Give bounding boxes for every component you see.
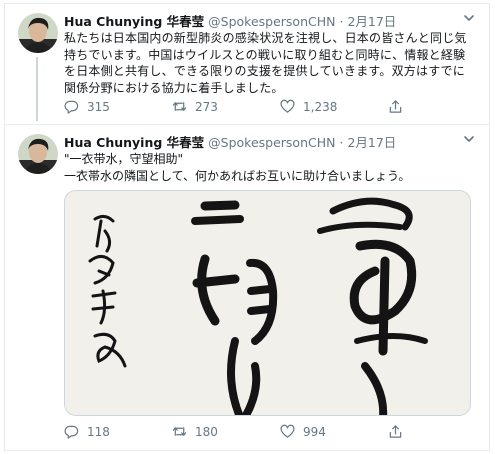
retweet-icon [172, 427, 187, 436]
author-name[interactable]: Hua Chunying 华春莹 [64, 135, 204, 150]
tweet-actions: 315 273 1,238 [64, 99, 403, 114]
like-button[interactable]: 1,238 [280, 99, 388, 114]
tweet-text-line: 持ちでいます。中国はウイルスとの戦いに取り組むと同時に、情報と経験 [64, 47, 466, 62]
retweet-count: 273 [195, 99, 218, 114]
like-button[interactable]: 994 [280, 424, 388, 439]
separator-dot: · [339, 14, 344, 29]
tweet-actions: 118 180 994 [64, 424, 403, 439]
tweet-date[interactable]: 2月17日 [347, 135, 396, 150]
tweet-text-line: "一衣带水，守望相助" [64, 152, 184, 166]
reply-button[interactable]: 315 [64, 99, 172, 114]
author-handle[interactable]: @SpokespersonCHN [208, 135, 335, 150]
chevron-down-icon[interactable] [462, 11, 476, 25]
reply-count: 315 [87, 99, 110, 114]
share-icon [389, 425, 402, 438]
share-icon [389, 100, 402, 113]
reply-icon [64, 425, 79, 439]
reply-button[interactable]: 118 [64, 424, 172, 439]
tweet-header: Hua Chunying 华春莹 @SpokespersonCHN · 2月17… [64, 132, 396, 151]
like-count: 1,238 [303, 99, 338, 114]
chevron-down-icon[interactable] [462, 132, 476, 146]
share-button[interactable] [388, 424, 403, 439]
calligraphy-image[interactable] [64, 190, 471, 416]
tweet-text-line: を日本側と共有し、できる限りの支援を提供していきます。双方はすでに [64, 64, 465, 78]
reply-icon [64, 100, 79, 114]
tweet-text: "一衣带水，守望相助" 一衣帯水の隣国として、何かあればお互いに助け合いましょう… [64, 151, 474, 184]
retweet-count: 180 [195, 424, 218, 439]
retweet-icon [172, 102, 187, 111]
author-handle[interactable]: @SpokespersonCHN [208, 14, 335, 29]
tweet-header: Hua Chunying 华春莹 @SpokespersonCHN · 2月17… [64, 11, 396, 30]
retweet-button[interactable]: 180 [172, 424, 280, 439]
tweet-date[interactable]: 2月17日 [347, 14, 396, 29]
tweet-text-line: 私たちは日本国内の新型肺炎の感染状況を注視し、日本の皆さんと同じ気 [64, 31, 467, 45]
heart-icon [280, 424, 295, 438]
retweet-button[interactable]: 273 [172, 99, 280, 114]
author-name[interactable]: Hua Chunying 华春莹 [64, 14, 204, 29]
avatar[interactable] [18, 13, 58, 53]
reply-count: 118 [87, 424, 110, 439]
tweet[interactable]: Hua Chunying 华春莹 @SpokespersonCHN · 2月17… [4, 3, 490, 125]
share-button[interactable] [388, 99, 403, 114]
like-count: 994 [303, 424, 326, 439]
tweet-text-line: 一衣帯水の隣国として、何かあればお互いに助け合いましょう。 [64, 168, 411, 183]
separator-dot: · [339, 135, 344, 150]
tweet[interactable]: Hua Chunying 华春莹 @SpokespersonCHN · 2月17… [4, 124, 490, 451]
tweet-text-line: 関係分野における協力に着手しました。 [64, 80, 284, 95]
heart-icon [280, 99, 295, 113]
avatar[interactable] [18, 134, 58, 174]
thread-connector-line [36, 57, 38, 121]
calligraphy-artwork [65, 191, 470, 415]
tweet-text: 私たちは日本国内の新型肺炎の感染状況を注視し、日本の皆さんと同じ気 持ちでいます… [64, 30, 474, 96]
